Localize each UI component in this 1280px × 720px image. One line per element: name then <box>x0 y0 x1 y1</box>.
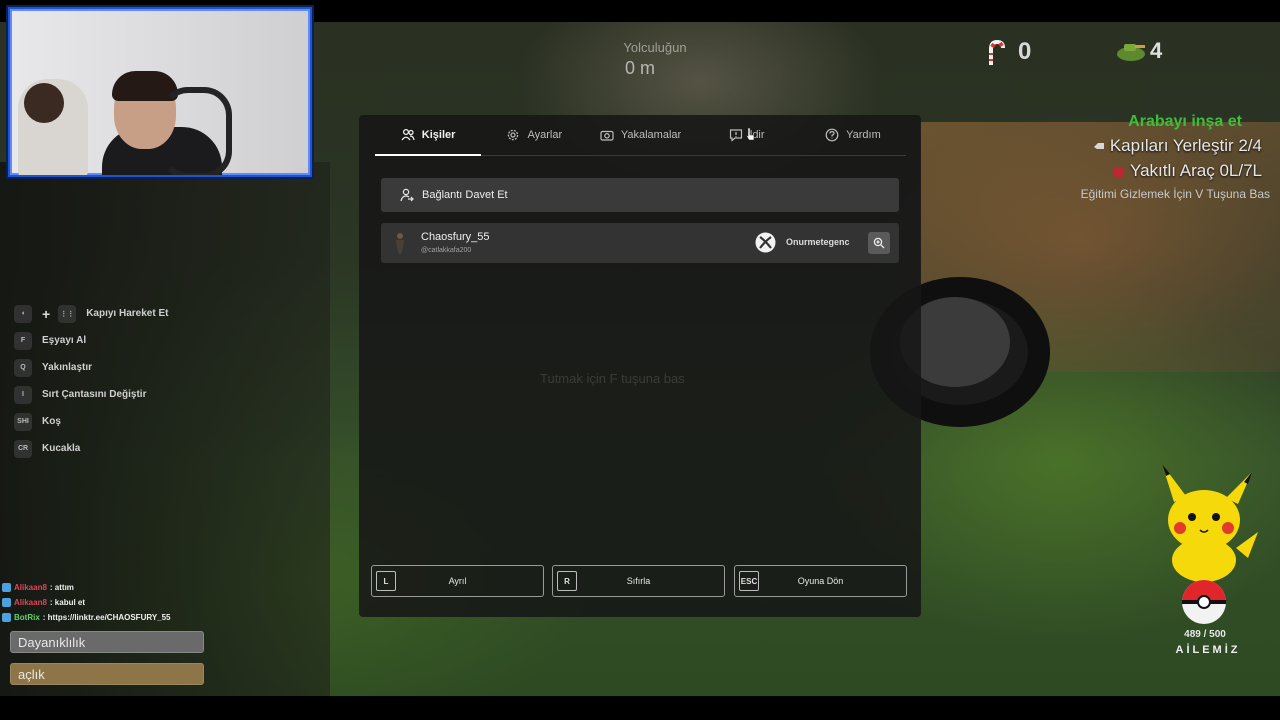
key-badge: CR <box>14 439 32 458</box>
leave-button[interactable]: L Ayrıl <box>371 565 544 597</box>
stream-chat: Alikaan8 : attım Alikaan8 : kabul et Bot… <box>2 580 171 625</box>
distance-value: 0 m <box>624 58 655 78</box>
hand-icon <box>1093 143 1104 149</box>
guest-head <box>24 83 64 123</box>
tab-people[interactable]: Kişiler <box>375 115 482 156</box>
control-label: Sırt Çantasını Değiştir <box>42 389 147 400</box>
player-avatar-icon <box>396 233 404 254</box>
player-gamertag: Onurmetegenc <box>786 237 850 247</box>
player-name: Chaosfury_55 <box>421 231 490 243</box>
control-pickup: F Eşyayı Al <box>14 327 168 354</box>
player-list-item[interactable]: Chaosfury_55 @catlakkafa200 Onurmetegenc <box>381 223 899 263</box>
control-run: SHI Koş <box>14 408 168 435</box>
candy-count: 0 <box>1018 38 1032 65</box>
tab-settings[interactable]: Ayarlar <box>481 115 587 155</box>
webcam-overlay <box>8 7 312 177</box>
mouse-icon: ◖ <box>14 304 32 323</box>
control-label: Yakınlaştır <box>42 362 93 373</box>
chat-text: : attım <box>49 583 74 592</box>
objective-doors-label: Kapıları Yerleştir 2/4 <box>1109 136 1262 155</box>
faded-hold-hint: Tutmak için F tuşuna bas <box>540 371 685 386</box>
report-icon <box>729 129 742 142</box>
move-icon: ⋮⋮ <box>58 304 77 323</box>
key-badge: L <box>376 571 396 591</box>
tab-label: Yardım <box>846 129 881 141</box>
control-label: Eşyayı Al <box>42 335 87 346</box>
chat-message: BotRix : https://linktr.ee/CHAOSFURY_55 <box>2 610 171 625</box>
distance-label: Yolculuğun <box>623 40 687 55</box>
control-hug: CR Kucakla <box>14 435 168 462</box>
control-label: Kucakla <box>42 443 81 454</box>
fuel-tank-icon <box>1117 44 1145 61</box>
key-badge: SHI <box>14 412 32 431</box>
menu-tabs: Kişiler Ayarlar Yakalamalar ldir Yardım <box>375 115 906 156</box>
player-handle: @catlakkafa200 <box>421 247 472 254</box>
key-badge: Q <box>14 358 32 377</box>
objective-fuel-label: Yakıtlı Araç 0L/7L <box>1130 161 1262 180</box>
subscriber-count: 489 / 500 <box>1184 629 1226 640</box>
tab-captures[interactable]: Yakalamalar <box>587 115 693 155</box>
control-zoom: Q Yakınlaştır <box>14 354 168 381</box>
durability-bar: Dayanıklılık <box>10 631 204 653</box>
tab-help[interactable]: Yardım <box>800 115 906 155</box>
chat-message: Alikaan8 : kabul et <box>2 595 171 610</box>
control-move-door: ◖ + ⋮⋮ Kapıyı Hareket Et <box>14 300 168 327</box>
key-badge: R <box>557 571 577 591</box>
twitch-icon <box>2 613 11 622</box>
return-to-game-label: Oyuna Dön <box>797 576 844 586</box>
control-hints: ◖ + ⋮⋮ Kapıyı Hareket Et F Eşyayı Al Q Y… <box>14 300 168 462</box>
key-badge: I <box>14 385 32 404</box>
chat-text: : https://linktr.ee/CHAOSFURY_55 <box>42 613 171 622</box>
objective-title: Arabayı inşa et <box>1128 113 1242 130</box>
objective-doors: Kapıları Yerleştir 2/4 <box>1092 136 1262 156</box>
chat-username: BotRix <box>14 613 40 622</box>
invite-user-icon <box>400 188 414 201</box>
view-profile-button[interactable] <box>868 232 890 254</box>
chat-message: Alikaan8 : attım <box>2 580 171 595</box>
family-label: AİLEMİZ <box>1175 644 1241 656</box>
key-badge: ESC <box>739 571 759 591</box>
hunger-bar: açlık <box>10 663 204 685</box>
tab-label: Yakalamalar <box>620 129 682 141</box>
tank-count: 4 <box>1150 38 1163 63</box>
control-label: Kapıyı Hareket Et <box>86 308 169 319</box>
key-badge: F <box>14 331 32 350</box>
invite-link-label: Bağlantı Davet Et <box>422 189 508 201</box>
people-icon <box>401 128 415 141</box>
tab-label: Kişiler <box>421 129 456 141</box>
control-backpack: I Sırt Çantasını Değiştir <box>14 381 168 408</box>
headset-icon <box>160 87 232 175</box>
leave-label: Ayrıl <box>448 576 467 586</box>
gear-icon <box>508 129 519 141</box>
objective-fuel: Yakıtlı Araç 0L/7L <box>1112 161 1262 181</box>
tab-label: Ayarlar <box>527 129 563 141</box>
reset-button[interactable]: R Sıfırla <box>552 565 725 597</box>
xbox-icon <box>755 232 776 253</box>
twitch-icon <box>2 598 11 607</box>
pikachu-mascot-icon <box>1162 464 1258 624</box>
invite-link-button[interactable]: Bağlantı Davet Et <box>381 178 899 212</box>
fuel-can-icon <box>1114 167 1124 177</box>
chat-username: Alikaan8 <box>14 583 47 592</box>
control-label: Koş <box>42 416 61 427</box>
return-to-game-button[interactable]: ESC Oyuna Dön <box>734 565 907 597</box>
chat-text: : kabul et <box>49 598 86 607</box>
camera-icon <box>600 130 614 141</box>
plus-icon: + <box>42 305 51 322</box>
mouse-cursor-icon <box>745 127 755 141</box>
help-icon <box>825 128 839 142</box>
pause-menu: Kişiler Ayarlar Yakalamalar ldir Yardım … <box>359 115 921 617</box>
tutorial-hint: Eğitimi Gizlemek İçin V Tuşuna Bas <box>1080 187 1270 201</box>
candy-cane-icon <box>989 40 1005 65</box>
chat-username: Alikaan8 <box>14 598 47 607</box>
twitch-icon <box>2 583 11 592</box>
reset-label: Sıfırla <box>626 576 651 586</box>
zoom-in-icon <box>873 237 885 249</box>
